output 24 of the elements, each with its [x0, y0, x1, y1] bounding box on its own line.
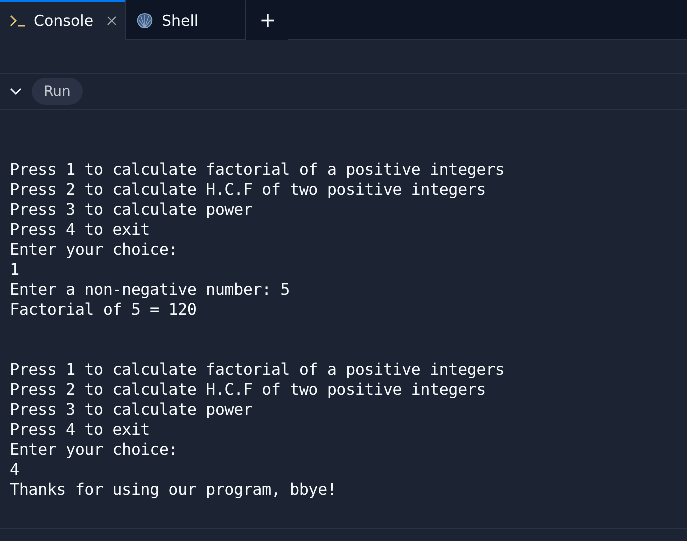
tab-label: Shell	[162, 12, 200, 30]
console-line: Press 4 to exit	[10, 420, 151, 440]
console-line: Press 4 to exit	[10, 220, 151, 240]
console-line: Press 3 to calculate power	[10, 400, 254, 420]
console-line: Enter a non-negative number: 5	[10, 280, 291, 300]
chevron-down-icon[interactable]	[10, 88, 22, 96]
console-line: Enter your choice:	[10, 440, 179, 460]
console-line: Press 1 to calculate factorial of a positive integers	[10, 360, 506, 380]
terminal-prompt-icon	[10, 15, 26, 27]
tab-label: Console	[34, 12, 95, 30]
tab[interactable]: Shell	[126, 0, 246, 40]
console-line: Press 2 to calculate H.C.F of two positive integers	[10, 380, 487, 400]
console-line: Press 1 to calculate factorial of a positive integers	[10, 160, 506, 180]
shell-icon	[136, 12, 154, 30]
console-line: Factorial of 5 = 120	[10, 300, 198, 320]
run-button[interactable]: Run	[32, 78, 83, 105]
add-tab-button[interactable]: +	[248, 0, 288, 40]
console-line: 4	[10, 460, 20, 480]
console-line: 1	[10, 260, 20, 280]
console-line: Thanks for using our program, bbye!	[10, 480, 338, 500]
console-line: Enter your choice:	[10, 240, 179, 260]
console-line: Press 3 to calculate power	[10, 200, 254, 220]
console-line: Press 2 to calculate H.C.F of two positive integers	[10, 180, 487, 200]
tab[interactable]: Console	[0, 0, 126, 40]
